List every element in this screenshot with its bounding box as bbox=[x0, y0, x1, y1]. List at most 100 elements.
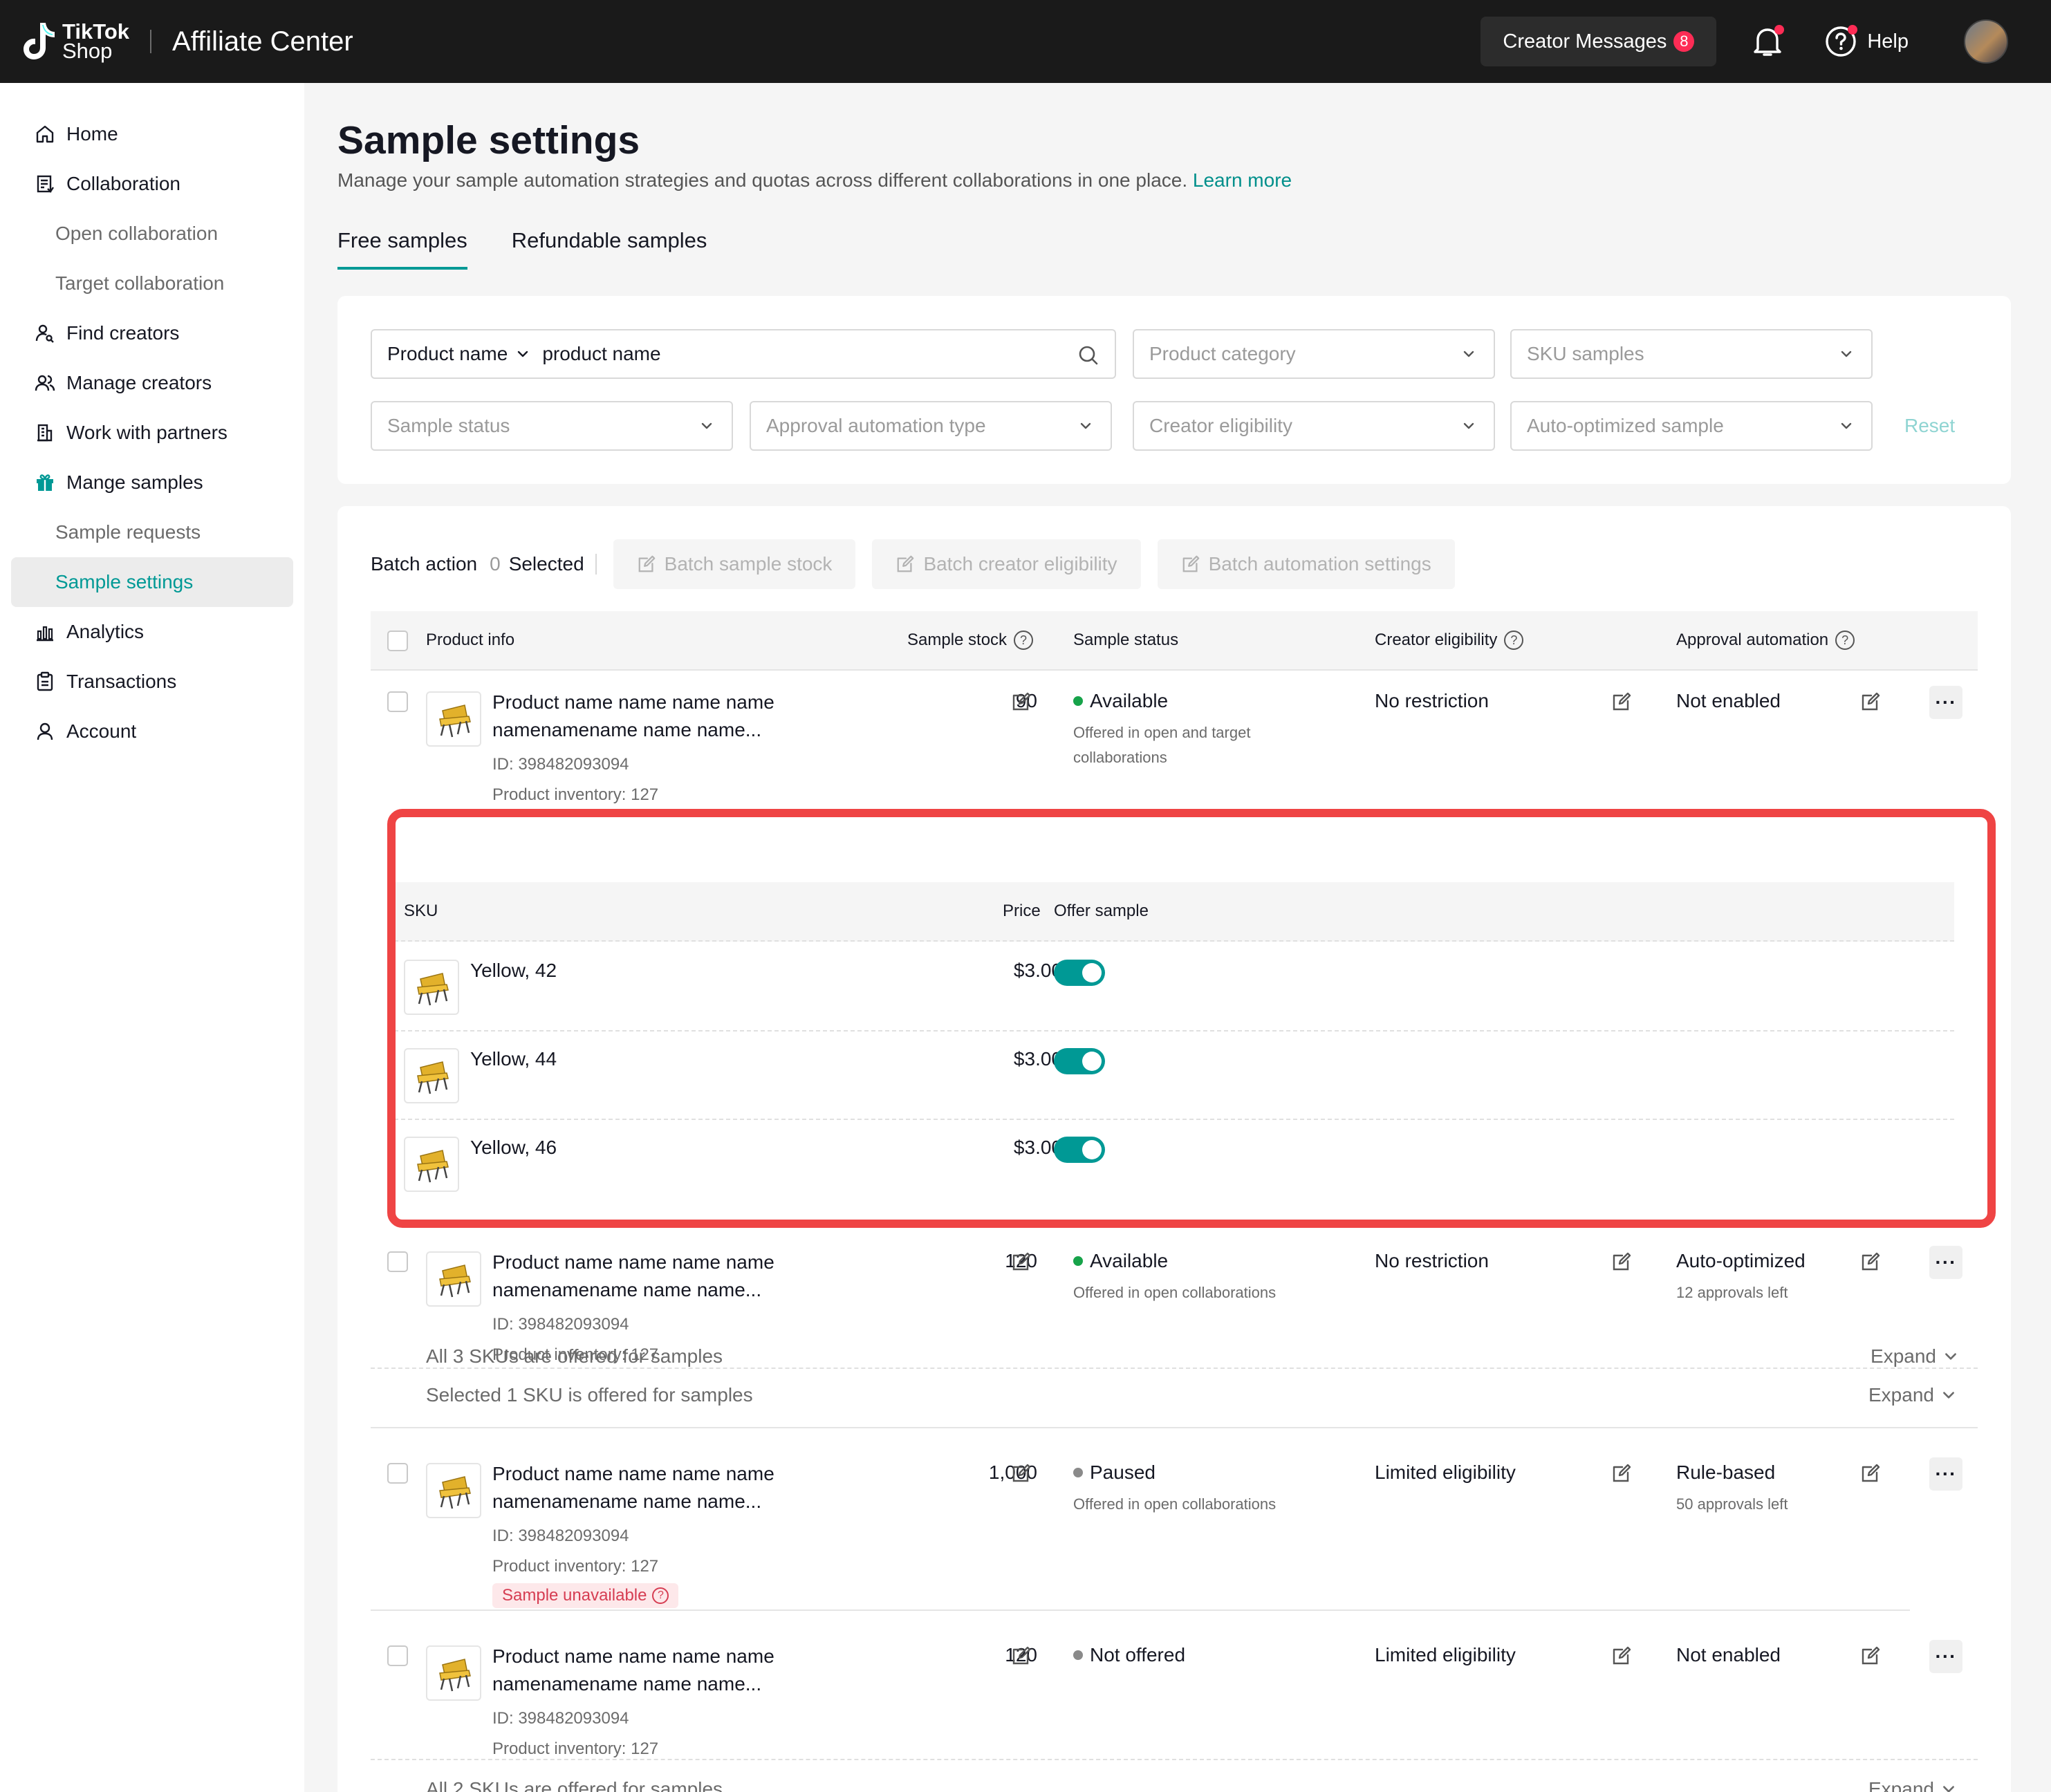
approval-automation-type-select[interactable]: Approval automation type bbox=[750, 401, 1112, 451]
product-id: ID: 398482093094 bbox=[492, 1527, 629, 1545]
more-actions-button[interactable]: ··· bbox=[1929, 1640, 1962, 1673]
question-icon[interactable]: ? bbox=[1835, 631, 1855, 650]
tab-refundable-samples[interactable]: Refundable samples bbox=[512, 228, 707, 270]
batch-automation-settings-label: Batch automation settings bbox=[1208, 553, 1431, 575]
column-label: Approval automation bbox=[1676, 631, 1829, 649]
sample-status: Available bbox=[1073, 690, 1168, 712]
search-type-select[interactable]: Product name bbox=[387, 343, 508, 365]
creator-messages-button[interactable]: Creator Messages 8 bbox=[1481, 17, 1717, 66]
edit-icon[interactable] bbox=[1011, 1251, 1032, 1272]
product-name-line: Product name name name name bbox=[492, 1645, 774, 1667]
auto-optimized-sample-select[interactable]: Auto-optimized sample bbox=[1510, 401, 1873, 451]
sidebar-item-account[interactable]: Account bbox=[11, 707, 293, 756]
sku-samples-select[interactable]: SKU samples bbox=[1510, 329, 1873, 379]
edit-icon[interactable] bbox=[1611, 1463, 1632, 1484]
reset-button[interactable]: Reset bbox=[1904, 415, 1955, 437]
sidebar-item-manage-creators[interactable]: Manage creators bbox=[11, 358, 293, 408]
sidebar-item-sample-settings[interactable]: Sample settings bbox=[11, 557, 293, 607]
people-icon bbox=[35, 375, 55, 391]
chevron-down-icon bbox=[1941, 1782, 1956, 1792]
approval-automation-type-placeholder: Approval automation type bbox=[766, 415, 986, 436]
search-input[interactable]: product name bbox=[542, 343, 660, 365]
sidebar-item-find-creators[interactable]: Find creators bbox=[11, 308, 293, 358]
edit-icon[interactable] bbox=[1860, 691, 1881, 712]
product-id: ID: 398482093094 bbox=[492, 1709, 629, 1728]
user-avatar[interactable] bbox=[1964, 19, 2008, 64]
product-inventory: Product inventory: 127 bbox=[492, 1739, 659, 1758]
chair-icon bbox=[433, 698, 474, 740]
notifications-button[interactable] bbox=[1750, 24, 1785, 59]
gift-icon bbox=[37, 474, 53, 491]
edit-icon[interactable] bbox=[1011, 691, 1032, 712]
question-icon[interactable]: ? bbox=[1504, 631, 1524, 650]
sidebar-item-target-collaboration[interactable]: Target collaboration bbox=[11, 259, 293, 308]
sidebar-item-analytics[interactable]: Analytics bbox=[11, 607, 293, 657]
edit-icon[interactable] bbox=[1860, 1251, 1881, 1272]
more-actions-button[interactable]: ··· bbox=[1929, 1246, 1962, 1279]
select-all-checkbox[interactable] bbox=[387, 631, 408, 651]
selected-count: 0 bbox=[490, 553, 501, 575]
building-icon bbox=[37, 424, 53, 442]
edit-icon[interactable] bbox=[1611, 1251, 1632, 1272]
row-checkbox[interactable] bbox=[387, 1463, 408, 1484]
expand-button[interactable]: Expand bbox=[1868, 1384, 1956, 1406]
sample-tabs: Free samples Refundable samples bbox=[337, 228, 751, 270]
sidebar-item-label: Manage creators bbox=[66, 372, 212, 393]
row-divider bbox=[371, 1368, 1978, 1369]
sidebar-item-sample-requests[interactable]: Sample requests bbox=[11, 507, 293, 557]
chevron-down-icon bbox=[1079, 419, 1093, 433]
edit-icon[interactable] bbox=[1860, 1463, 1881, 1484]
product-name[interactable]: Product name name name name namenamename… bbox=[492, 1249, 774, 1304]
expand-button[interactable]: Expand bbox=[1868, 1778, 1956, 1792]
row-checkbox[interactable] bbox=[387, 1645, 408, 1666]
sidebar-item-open-collaboration[interactable]: Open collaboration bbox=[11, 209, 293, 259]
edit-icon[interactable] bbox=[1611, 691, 1632, 712]
column-label: Sample status bbox=[1073, 631, 1179, 649]
status-label: Paused bbox=[1090, 1462, 1156, 1483]
sidebar-item-manage-samples[interactable]: Mange samples bbox=[11, 458, 293, 507]
question-icon[interactable]: ? bbox=[652, 1587, 669, 1604]
creator-eligibility-select[interactable]: Creator eligibility bbox=[1133, 401, 1495, 451]
product-category-select[interactable]: Product category bbox=[1133, 329, 1495, 379]
product-name[interactable]: Product name name name name namenamename… bbox=[492, 689, 774, 744]
filter-panel: Product name product name Product catego… bbox=[337, 296, 2011, 484]
product-name[interactable]: Product name name name name namenamename… bbox=[492, 1460, 774, 1515]
edit-icon[interactable] bbox=[1611, 1645, 1632, 1666]
edit-icon[interactable] bbox=[1011, 1463, 1032, 1484]
creator-messages-label: Creator Messages bbox=[1503, 30, 1667, 53]
batch-creator-eligibility-button[interactable]: Batch creator eligibility bbox=[872, 539, 1141, 589]
sku-summary: All 2 SKUs are offered for samples bbox=[426, 1778, 723, 1792]
sidebar-item-home[interactable]: Home bbox=[11, 109, 293, 159]
question-icon[interactable]: ? bbox=[1014, 631, 1034, 650]
tab-free-samples[interactable]: Free samples bbox=[337, 228, 467, 270]
column-label: Product info bbox=[426, 631, 515, 649]
app-title: Affiliate Center bbox=[172, 26, 353, 57]
learn-more-link[interactable]: Learn more bbox=[1193, 169, 1292, 191]
column-sample-status: Sample status bbox=[1073, 631, 1178, 650]
edit-icon[interactable] bbox=[1011, 1645, 1032, 1666]
more-actions-button[interactable]: ··· bbox=[1929, 686, 1962, 719]
edit-icon[interactable] bbox=[1860, 1645, 1881, 1666]
creator-eligibility-placeholder: Creator eligibility bbox=[1149, 415, 1292, 436]
batch-creator-eligibility-label: Batch creator eligibility bbox=[923, 553, 1117, 575]
row-checkbox[interactable] bbox=[387, 1251, 408, 1272]
document-icon bbox=[37, 175, 54, 193]
sidebar-item-transactions[interactable]: Transactions bbox=[11, 657, 293, 707]
batch-sample-stock-button[interactable]: Batch sample stock bbox=[613, 539, 856, 589]
more-actions-button[interactable]: ··· bbox=[1929, 1457, 1962, 1491]
row-divider bbox=[371, 1759, 1978, 1760]
expand-label: Expand bbox=[1868, 1778, 1934, 1792]
help-button[interactable]: Help bbox=[1823, 24, 1909, 59]
sidebar-item-collaboration[interactable]: Collaboration bbox=[11, 159, 293, 209]
sample-status-select[interactable]: Sample status bbox=[371, 401, 733, 451]
approval-automation-value: Rule-based bbox=[1676, 1462, 1776, 1483]
tiktok-shop-logo[interactable]: TikTok Shop bbox=[22, 20, 129, 63]
row-checkbox[interactable] bbox=[387, 691, 408, 712]
column-label: Creator eligibility bbox=[1375, 631, 1498, 649]
product-name[interactable]: Product name name name name namenamename… bbox=[492, 1643, 774, 1698]
sidebar-item-work-with-partners[interactable]: Work with partners bbox=[11, 408, 293, 458]
bar-chart-icon bbox=[37, 626, 53, 642]
person-search-icon bbox=[35, 324, 54, 343]
search-icon[interactable] bbox=[1077, 344, 1099, 366]
batch-automation-settings-button[interactable]: Batch automation settings bbox=[1157, 539, 1455, 589]
